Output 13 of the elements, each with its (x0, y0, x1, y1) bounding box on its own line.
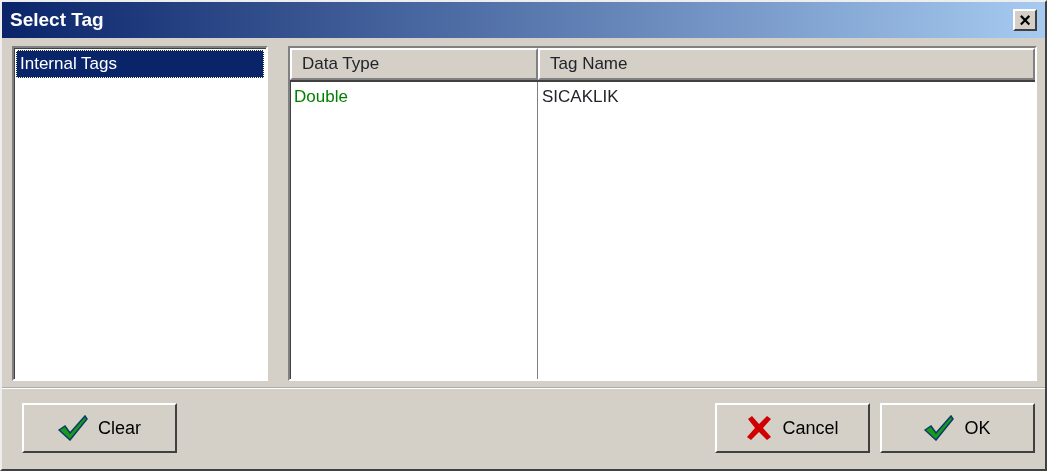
tag-group-item[interactable]: Internal Tags (16, 50, 264, 78)
column-header[interactable]: Tag Name (538, 48, 1035, 80)
window-title: Select Tag (10, 7, 104, 32)
table-cell: Double (290, 82, 538, 112)
column-header[interactable]: Data Type (290, 48, 538, 80)
table-cell-text: SICAKLIK (541, 86, 620, 108)
check-icon (924, 415, 955, 441)
close-button[interactable]: × (1013, 9, 1037, 31)
cancel-button[interactable]: Cancel (715, 403, 870, 453)
action-button[interactable]: Clear (22, 403, 177, 453)
check-icon (58, 415, 88, 441)
action-button[interactable]: OK (880, 403, 1035, 453)
cross-icon (746, 415, 773, 441)
